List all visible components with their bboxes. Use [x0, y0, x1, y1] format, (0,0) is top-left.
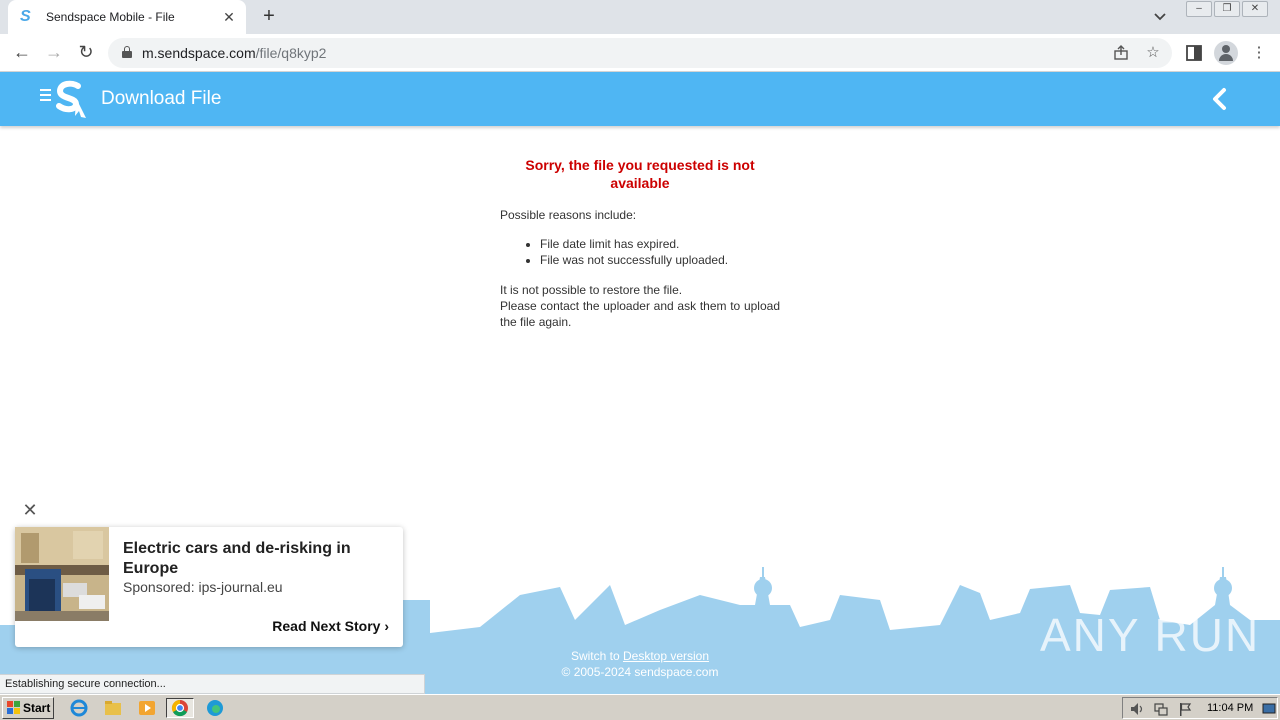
- restore-note: It is not possible to restore the file. …: [500, 282, 780, 330]
- desktop-version-link[interactable]: Desktop version: [623, 649, 709, 663]
- side-panel-icon[interactable]: [1184, 43, 1204, 63]
- url-text[interactable]: m.sendspace.com/file/q8kyp2: [142, 45, 326, 61]
- read-next-label: Read Next Story: [272, 618, 381, 634]
- profile-avatar-icon[interactable]: [1214, 41, 1238, 65]
- browser-toolbar: ← → ↻ m.sendspace.com/file/q8kyp2 ☆ ⋮: [0, 34, 1280, 72]
- address-bar[interactable]: m.sendspace.com/file/q8kyp2 ☆: [108, 38, 1172, 68]
- forward-arrow-icon[interactable]: →: [42, 41, 66, 65]
- list-item: File date limit has expired.: [540, 236, 780, 252]
- show-desktop-icon[interactable]: [1261, 701, 1277, 717]
- more-menu-icon[interactable]: ⋮: [1249, 43, 1269, 63]
- tab-title: Sendspace Mobile - File: [46, 10, 175, 24]
- switch-prefix: Switch to: [570, 649, 623, 663]
- file-explorer-icon[interactable]: [102, 698, 124, 718]
- action-center-flag-icon[interactable]: [1177, 701, 1193, 717]
- start-button[interactable]: Start: [2, 697, 54, 719]
- lock-icon[interactable]: [122, 46, 132, 58]
- system-tray: 11:04 PM: [1122, 697, 1278, 719]
- windows-flag-icon: [7, 701, 20, 714]
- ad-sponsor: Sponsored: ips-journal.eu: [123, 579, 283, 595]
- url-path: /file/q8kyp2: [255, 45, 327, 61]
- chrome-taskbar-button[interactable]: [166, 698, 194, 718]
- browser-tabstrip: S Sendspace Mobile - File ✕ + – ❐ ✕: [0, 0, 1280, 34]
- minimize-button[interactable]: –: [1186, 1, 1212, 17]
- ad-close-icon[interactable]: ✕: [22, 501, 38, 519]
- page-title: Download File: [101, 88, 222, 109]
- anyrun-watermark: ANY RUN: [1040, 609, 1261, 661]
- chrome-icon: [171, 699, 188, 717]
- back-chevron-icon[interactable]: [1208, 86, 1232, 112]
- sponsored-ad-card[interactable]: Electric cars and de-risking in Europe S…: [15, 527, 403, 647]
- new-tab-button[interactable]: +: [258, 6, 280, 28]
- browser-tab[interactable]: S Sendspace Mobile - File ✕: [8, 0, 246, 34]
- restore-line: It is not possible to restore the file.: [500, 283, 683, 297]
- edge-icon[interactable]: [204, 698, 226, 718]
- volume-icon[interactable]: [1129, 701, 1145, 717]
- sendspace-favicon-icon: S: [20, 8, 31, 25]
- bookmark-star-icon[interactable]: ☆: [1144, 44, 1162, 62]
- list-item: File was not successfully uploaded.: [540, 252, 780, 268]
- menu-hamburger-icon[interactable]: [40, 89, 51, 103]
- restore-line: Please contact the uploader and ask them…: [500, 299, 780, 329]
- close-window-button[interactable]: ✕: [1242, 1, 1268, 17]
- reload-icon[interactable]: ↻: [74, 41, 98, 65]
- internet-explorer-icon[interactable]: [68, 698, 90, 718]
- tab-search-chevron-icon[interactable]: [1150, 8, 1170, 26]
- reasons-intro: Possible reasons include:: [500, 208, 637, 222]
- clock: 11:04 PM: [1207, 702, 1254, 714]
- sendspace-logo[interactable]: [54, 80, 88, 118]
- chevron-right-icon: ›: [384, 618, 389, 634]
- windows-taskbar: Start 11:04 PM: [0, 694, 1280, 720]
- sendspace-logo-icon: [56, 80, 86, 118]
- reasons-list: File date limit has expired. File was no…: [540, 236, 780, 268]
- error-message-block: Sorry, the file you requested is not ava…: [500, 156, 780, 330]
- network-icon[interactable]: [1153, 701, 1169, 717]
- window-controls: – ❐ ✕: [1184, 1, 1268, 17]
- restore-button[interactable]: ❐: [1214, 1, 1240, 17]
- share-icon[interactable]: [1112, 44, 1130, 62]
- site-header: Download File: [0, 72, 1280, 126]
- url-host: m.sendspace.com: [142, 45, 256, 61]
- ad-thumbnail-image: [15, 527, 109, 621]
- back-arrow-icon[interactable]: ←: [10, 41, 34, 65]
- error-title: Sorry, the file you requested is not ava…: [525, 157, 755, 191]
- ad-headline[interactable]: Electric cars and de-risking in Europe: [123, 539, 383, 579]
- status-bubble: Establishing secure connection...: [0, 674, 425, 694]
- tab-close-icon[interactable]: ✕: [220, 8, 238, 26]
- read-next-story-link[interactable]: Read Next Story ›: [272, 618, 389, 634]
- media-player-icon[interactable]: [136, 698, 158, 718]
- start-label: Start: [23, 701, 51, 715]
